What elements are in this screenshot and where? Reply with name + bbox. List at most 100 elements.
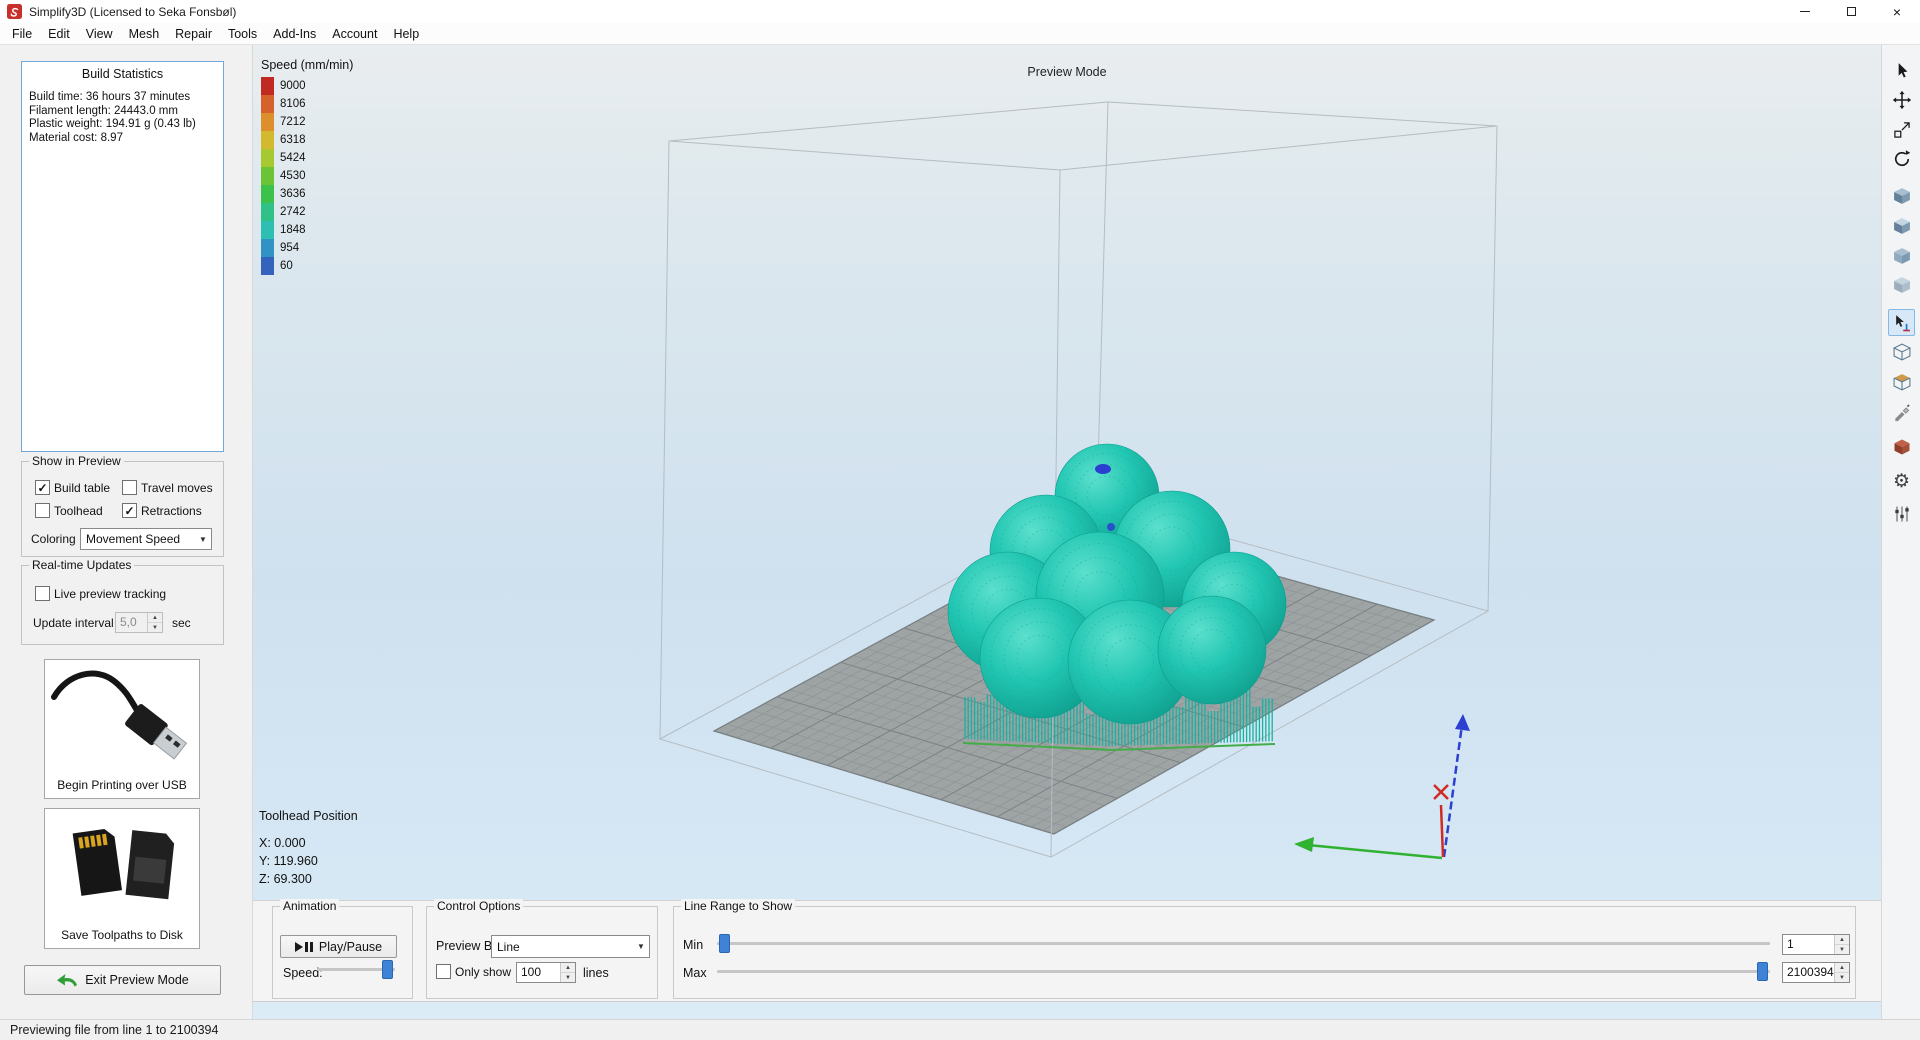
wireframe-view-icon: [1892, 342, 1911, 361]
toolhead-checkbox[interactable]: [35, 503, 50, 518]
slider-handle[interactable]: [719, 934, 730, 953]
move-tool-button[interactable]: [1888, 86, 1915, 113]
spinner-down-icon[interactable]: ▼: [1835, 945, 1849, 954]
nozzle-tool-button[interactable]: [1888, 398, 1915, 425]
spinner-up-icon[interactable]: ▲: [1835, 935, 1849, 945]
menu-item-addins[interactable]: Add-Ins: [265, 23, 324, 45]
slider-handle[interactable]: [1757, 962, 1768, 981]
view-top-button[interactable]: [1888, 212, 1915, 239]
realtime-updates-group: Real-time Updates Live preview tracking …: [21, 558, 224, 645]
update-interval-spinner[interactable]: 5,0 ▲ ▼: [115, 612, 163, 633]
show-in-preview-title: Show in Preview: [29, 454, 124, 468]
slider-handle[interactable]: [382, 960, 393, 979]
minimize-icon: [1800, 11, 1810, 12]
wireframe-view-button[interactable]: [1888, 338, 1915, 365]
legend-entry: 8106: [261, 95, 353, 113]
build-table-checkbox[interactable]: ✓: [35, 480, 50, 495]
sd-cards-image: [72, 828, 175, 900]
max-line-spinner[interactable]: 2100394 ▲ ▼: [1782, 962, 1850, 983]
move-tool-icon: [1892, 90, 1911, 109]
view-isometric-icon: [1893, 187, 1910, 204]
spinner-up-icon[interactable]: ▲: [1835, 963, 1849, 973]
legend-entry: 1848: [261, 221, 353, 239]
play-pause-button[interactable]: Play/Pause: [280, 935, 397, 958]
animation-title: Animation: [280, 899, 340, 913]
view-isometric-button[interactable]: [1888, 182, 1915, 209]
cross-section-button[interactable]: [1888, 368, 1915, 395]
animation-speed-slider[interactable]: [317, 960, 395, 979]
maximize-button[interactable]: [1828, 0, 1874, 23]
menu-item-repair[interactable]: Repair: [167, 23, 220, 45]
speed-legend: Speed (mm/min) 9000 8106 7212 6318 5424 …: [261, 58, 353, 275]
view-front-button[interactable]: [1888, 242, 1915, 269]
min-line-slider[interactable]: [717, 934, 1770, 953]
begin-printing-usb-label: Begin Printing over USB: [57, 778, 187, 792]
minimize-button[interactable]: [1782, 0, 1828, 23]
only-show-spinner[interactable]: 100 ▲ ▼: [516, 962, 576, 983]
title-bar: Simplify3D (Licensed to Seka Fonsbøl) ×: [0, 0, 1920, 23]
pointer-position-tool-button[interactable]: [1888, 309, 1915, 336]
only-show-value: 100: [521, 965, 542, 979]
stat-build-time: Build time: 36 hours 37 minutes: [29, 91, 191, 103]
toolhead-y: Y: 119.960: [259, 854, 318, 868]
stat-material-cost: Material cost: 8.97: [29, 131, 123, 144]
chevron-down-icon: ▼: [637, 942, 645, 951]
toolhead-label: Toolhead: [54, 503, 103, 518]
save-toolpaths-button[interactable]: Save Toolpaths to Disk: [44, 808, 200, 949]
menu-item-view[interactable]: View: [78, 23, 121, 45]
settings-button[interactable]: ⚙: [1888, 468, 1915, 495]
status-bar: Previewing file from line 1 to 2100394: [0, 1019, 1920, 1040]
min-line-spinner[interactable]: 1 ▲ ▼: [1782, 934, 1850, 955]
settings-gear-icon: ⚙: [1892, 471, 1911, 492]
retractions-checkbox[interactable]: ✓: [122, 503, 137, 518]
travel-moves-checkbox[interactable]: [122, 480, 137, 495]
menu-item-file[interactable]: File: [4, 23, 40, 45]
build-statistics-panel: Build Statistics Build time: 36 hours 37…: [21, 61, 224, 452]
preview-by-dropdown[interactable]: Line ▼: [491, 935, 650, 958]
menu-item-account[interactable]: Account: [324, 23, 385, 45]
live-preview-checkbox[interactable]: [35, 586, 50, 601]
toolhead-position-title: Toolhead Position: [259, 809, 358, 823]
menu-item-mesh[interactable]: Mesh: [121, 23, 168, 45]
speed-color-swatch: [261, 131, 274, 149]
max-line-value: 2100394: [1787, 965, 1834, 979]
speed-color-swatch: [261, 77, 274, 95]
slider-track[interactable]: [717, 970, 1770, 973]
save-toolpaths-label: Save Toolpaths to Disk: [61, 928, 183, 942]
exit-preview-mode-button[interactable]: Exit Preview Mode: [24, 965, 221, 995]
select-tool-button[interactable]: [1888, 57, 1915, 84]
speed-legend-title: Speed (mm/min): [261, 58, 354, 72]
view-side-icon: [1893, 276, 1910, 293]
machine-control-button[interactable]: [1888, 500, 1915, 527]
coloring-dropdown[interactable]: Movement Speed ▼: [80, 528, 212, 550]
slider-track[interactable]: [717, 942, 1770, 945]
legend-entry: 5424: [261, 149, 353, 167]
begin-printing-usb-button[interactable]: Begin Printing over USB: [44, 659, 200, 799]
spinner-up-icon[interactable]: ▲: [148, 613, 162, 623]
support-tool-button[interactable]: [1888, 433, 1915, 460]
control-options-title: Control Options: [434, 899, 524, 913]
rotate-tool-button[interactable]: [1888, 145, 1915, 172]
max-line-slider[interactable]: [717, 962, 1770, 981]
scale-tool-button[interactable]: [1888, 116, 1915, 143]
pointer-position-tool-icon: [1895, 314, 1910, 331]
menu-item-edit[interactable]: Edit: [40, 23, 78, 45]
spinner-down-icon[interactable]: ▼: [561, 973, 575, 982]
legend-entry: 7212: [261, 113, 353, 131]
only-show-checkbox[interactable]: [436, 964, 451, 979]
legend-entry: 60: [261, 257, 353, 275]
view-side-button[interactable]: [1888, 271, 1915, 298]
spinner-down-icon[interactable]: ▼: [148, 623, 162, 632]
update-interval-label: Update interval: [33, 616, 114, 630]
nozzle-tool-icon: [1894, 403, 1910, 421]
min-line-value: 1: [1787, 937, 1794, 951]
preview-viewport: Preview Mode Speed (mm/min) 9000 8106 72…: [253, 45, 1881, 1019]
preview-3d-view[interactable]: [253, 45, 1881, 1019]
app-logo-icon: [7, 4, 22, 19]
spinner-down-icon[interactable]: ▼: [1835, 973, 1849, 982]
close-button[interactable]: ×: [1874, 0, 1920, 23]
spinner-up-icon[interactable]: ▲: [561, 963, 575, 973]
menu-item-help[interactable]: Help: [385, 23, 427, 45]
legend-entry: 2742: [261, 203, 353, 221]
menu-item-tools[interactable]: Tools: [220, 23, 265, 45]
